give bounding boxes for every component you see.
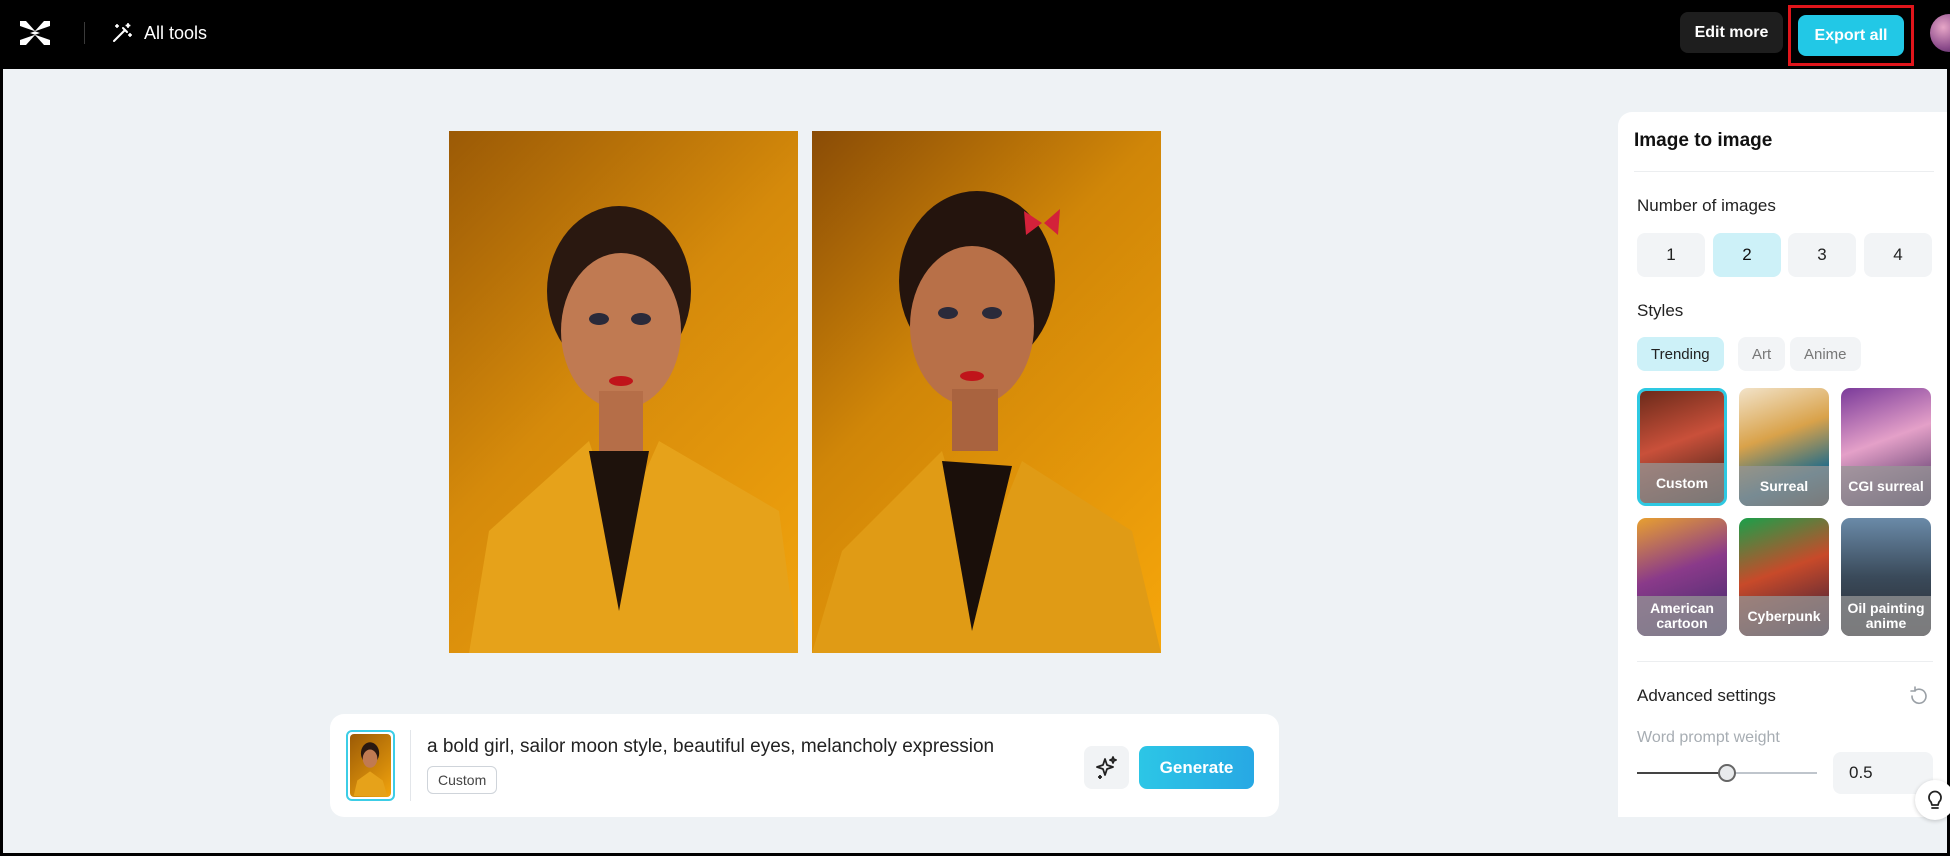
- reset-icon[interactable]: [1908, 685, 1930, 707]
- style-custom[interactable]: Custom: [1637, 388, 1727, 506]
- number-of-images-label: Number of images: [1637, 196, 1776, 215]
- all-tools-label: All tools: [144, 22, 208, 43]
- image-to-image-panel: Image to image Number of images 1 2 3 4 …: [1618, 112, 1947, 817]
- all-tools-button[interactable]: All tools: [110, 20, 207, 46]
- style-surreal[interactable]: Surreal: [1739, 388, 1829, 506]
- style-chip[interactable]: Custom: [427, 766, 498, 794]
- panel-divider: [1634, 171, 1934, 172]
- export-all-button[interactable]: Export all: [1798, 15, 1904, 56]
- styles-label: Styles: [1637, 301, 1684, 320]
- style-label: CGI surreal: [1841, 466, 1931, 506]
- word-prompt-weight-label: Word prompt weight: [1637, 729, 1780, 746]
- portrait-illustration: [812, 191, 1161, 653]
- prompt-bar: a bold girl, sailor moon style, beautifu…: [330, 714, 1279, 817]
- style-cyberpunk[interactable]: Cyberpunk: [1739, 518, 1829, 636]
- magic-wand-icon: [113, 23, 132, 42]
- number-option-2[interactable]: 2: [1713, 233, 1781, 277]
- top-bar: All tools Edit more Export all: [0, 0, 1950, 69]
- generate-button[interactable]: Generate: [1139, 746, 1254, 789]
- number-option-1[interactable]: 1: [1637, 233, 1705, 277]
- tab-trending[interactable]: Trending: [1637, 337, 1724, 371]
- reference-image-thumbnail[interactable]: [346, 730, 395, 801]
- word-prompt-weight-slider[interactable]: [1637, 764, 1817, 782]
- export-highlight: Export all: [1788, 5, 1914, 66]
- advanced-divider: [1637, 661, 1933, 662]
- number-option-3[interactable]: 3: [1788, 233, 1856, 277]
- slider-handle[interactable]: [1718, 764, 1736, 782]
- tab-anime[interactable]: Anime: [1790, 337, 1861, 371]
- style-american-cartoon[interactable]: American cartoon: [1637, 518, 1727, 636]
- number-option-4[interactable]: 4: [1864, 233, 1932, 277]
- lightbulb-icon: [1928, 790, 1942, 809]
- prompt-divider: [410, 730, 411, 801]
- generated-image-2[interactable]: [812, 131, 1161, 653]
- tab-art[interactable]: Art: [1738, 337, 1786, 371]
- capcut-logo-icon[interactable]: [18, 18, 52, 48]
- sparkle-icon: [1095, 755, 1117, 779]
- edit-more-button[interactable]: Edit more: [1680, 12, 1783, 53]
- reference-portrait-icon: [353, 742, 388, 797]
- advanced-settings-label: Advanced settings: [1637, 686, 1776, 705]
- style-label: Cyberpunk: [1739, 596, 1829, 636]
- style-oil-painting-anime[interactable]: Oil painting anime: [1841, 518, 1931, 636]
- help-button[interactable]: [1915, 780, 1950, 820]
- slider-fill: [1637, 772, 1727, 774]
- style-label: Surreal: [1739, 466, 1829, 506]
- style-cgi-surreal[interactable]: CGI surreal: [1841, 388, 1931, 506]
- topbar-divider: [84, 22, 85, 44]
- prompt-input[interactable]: a bold girl, sailor moon style, beautifu…: [427, 736, 994, 758]
- enhance-prompt-button[interactable]: [1084, 746, 1129, 789]
- style-label: American cartoon: [1637, 596, 1727, 636]
- panel-title: Image to image: [1634, 130, 1773, 151]
- portrait-illustration: [469, 206, 798, 653]
- generated-image-1[interactable]: [449, 131, 798, 653]
- style-label: Custom: [1640, 463, 1724, 503]
- style-label: Oil painting anime: [1841, 596, 1931, 636]
- avatar[interactable]: [1930, 14, 1950, 52]
